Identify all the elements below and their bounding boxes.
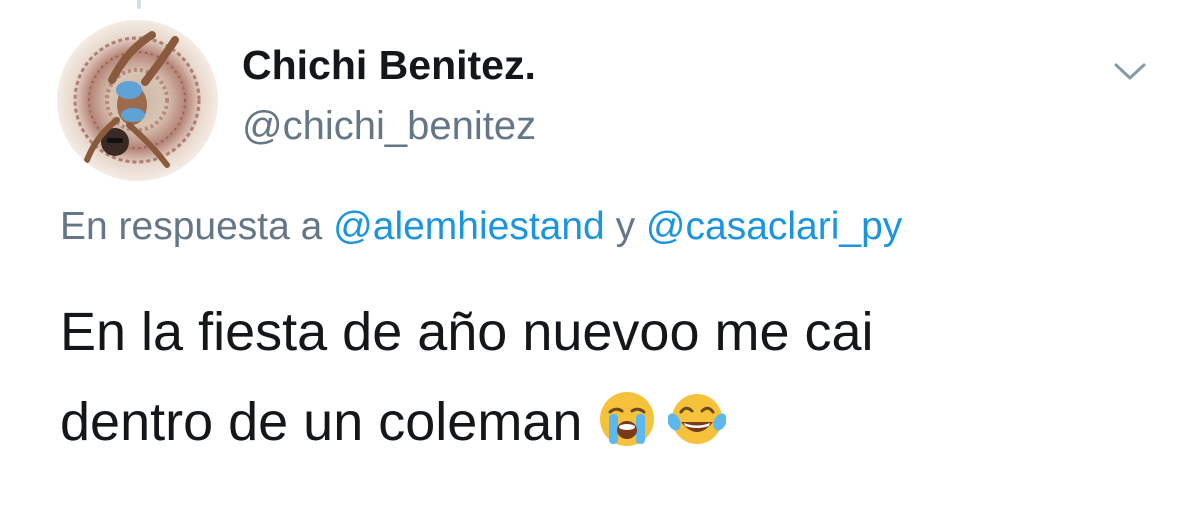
avatar-photo xyxy=(57,20,218,181)
tweet-text-line-1: En la fiesta de año nuevoo me cai xyxy=(60,302,874,362)
face-with-tears-of-joy-emoji-icon xyxy=(667,385,728,444)
reply-context: En respuesta a @alemhiestand y @casaclar… xyxy=(60,205,902,249)
tweet-text-line-2-wrapper: dentro de un coleman xyxy=(60,377,1160,467)
mention-link-alemhiestand[interactable]: @alemhiestand xyxy=(333,205,605,248)
tweet-body: En la fiesta de año nuevoo me cai dentro… xyxy=(60,287,1160,467)
chevron-down-icon[interactable] xyxy=(1110,56,1150,86)
reply-joiner: y xyxy=(604,205,646,248)
author-avatar[interactable] xyxy=(57,20,218,181)
author-handle[interactable]: @chichi_benitez xyxy=(242,104,536,149)
tweet-text-line-2: dentro de un coleman xyxy=(60,392,583,452)
loudly-crying-face-emoji-icon xyxy=(598,385,656,446)
author-display-name[interactable]: Chichi Benitez. xyxy=(242,42,536,89)
mention-link-casaclari[interactable]: @casaclari_py xyxy=(646,205,902,248)
reply-prefix: En respuesta a xyxy=(60,205,334,248)
thread-connector-line xyxy=(137,0,141,9)
